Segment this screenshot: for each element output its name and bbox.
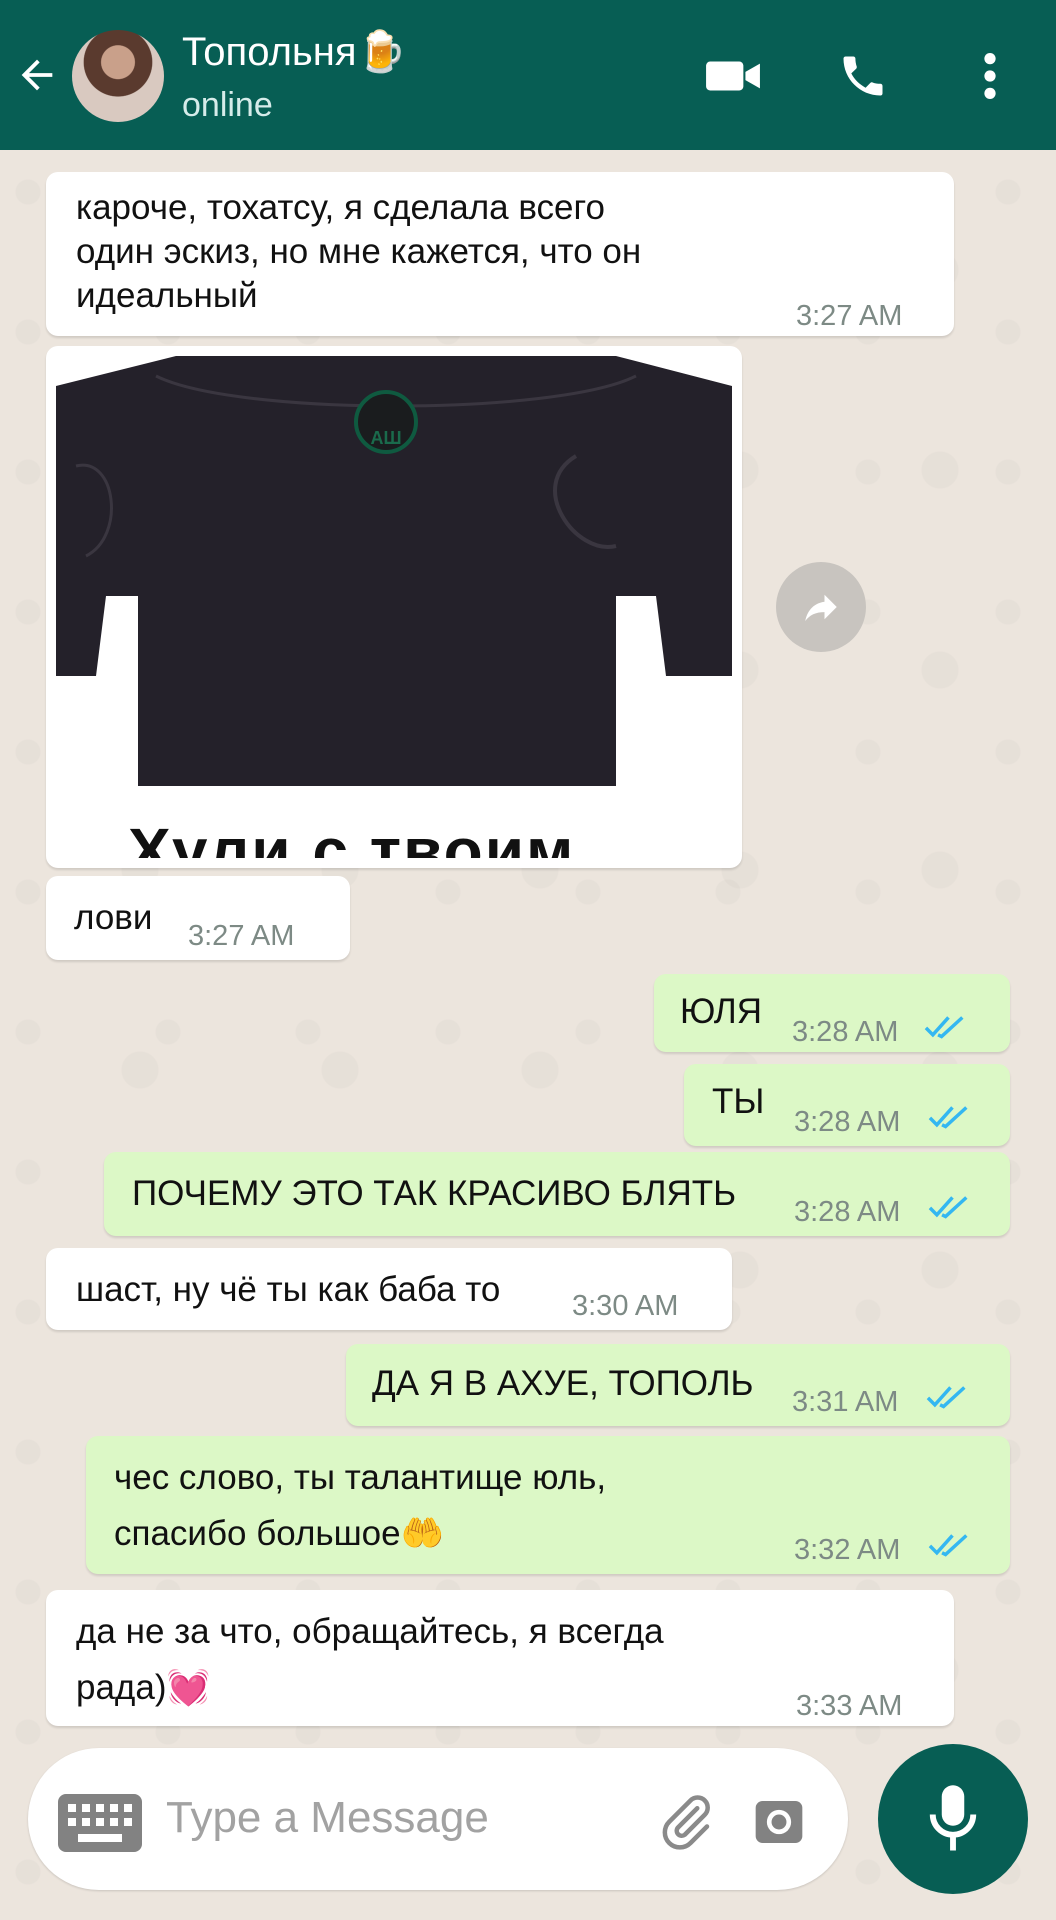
message-time: 3:31 AM [792,1386,899,1418]
message-outgoing[interactable]: ЮЛЯ 3:28 AM [654,974,1010,1052]
image-caption-text: Хули с твоим [128,815,576,858]
back-arrow-icon[interactable] [14,52,60,98]
read-receipt-icon [928,1106,968,1129]
read-receipt-icon [928,1196,968,1219]
message-text: ЮЛЯ [680,992,763,1031]
chat-header: Топольня🍺 online [0,0,1056,150]
message-incoming[interactable]: да не за что, обращайтесь, я всегда рада… [46,1590,954,1726]
more-vert-icon[interactable] [970,50,1010,102]
read-receipt-icon [926,1386,966,1409]
message-text: ДА Я В АХУЕ, ТОПОЛЬ [372,1364,754,1403]
message-outgoing[interactable]: ПОЧЕМУ ЭТО ТАК КРАСИВО БЛЯТЬ 3:28 AM [104,1152,1010,1236]
message-time: 3:27 AM [188,920,295,952]
message-input[interactable] [166,1788,526,1848]
image-preview[interactable]: АШ Хули с твоим [56,356,732,858]
microphone-icon [929,1785,977,1851]
message-time: 3:28 AM [794,1196,901,1228]
video-call-icon[interactable] [704,50,762,102]
contact-status: online [182,86,273,124]
voice-message-button[interactable] [878,1744,1028,1894]
message-incoming[interactable]: шаст, ну чё ты как баба то 3:30 AM [46,1248,732,1330]
message-text: кароче, тохатсу, я сделала всего один эс… [76,188,642,315]
voice-call-icon[interactable] [834,50,892,102]
contact-avatar[interactable] [72,30,164,122]
camera-icon[interactable] [750,1794,808,1850]
read-receipt-icon [928,1534,968,1557]
message-incoming[interactable]: лови 3:27 AM [46,876,350,960]
message-time: 3:28 AM [792,1016,899,1048]
message-text: чес слово, ты талантище юль, спасибо бол… [114,1458,607,1553]
message-incoming[interactable]: кароче, тохатсу, я сделала всего один эс… [46,172,954,336]
message-text: шаст, ну чё ты как баба то [76,1270,501,1309]
message-time: 3:32 AM [794,1534,901,1566]
message-composer [28,1748,848,1890]
message-outgoing[interactable]: чес слово, ты талантище юль, спасибо бол… [86,1436,1010,1574]
attach-icon[interactable] [656,1792,716,1852]
message-outgoing[interactable]: ДА Я В АХУЕ, ТОПОЛЬ 3:31 AM [346,1344,1010,1426]
message-time: 3:33 AM [796,1690,903,1722]
message-time: 3:28 AM [794,1106,901,1138]
read-receipt-icon [924,1016,964,1039]
forward-icon [805,594,837,621]
message-image[interactable]: АШ Хули с твоим [46,346,742,868]
message-text: ТЫ [712,1082,765,1121]
message-text: лови [74,898,153,937]
message-time: 3:30 AM [572,1290,679,1322]
message-text: да не за что, обращайтесь, я всегда рада… [76,1612,664,1707]
message-text: ПОЧЕМУ ЭТО ТАК КРАСИВО БЛЯТЬ [132,1174,737,1213]
keyboard-icon[interactable] [58,1794,142,1852]
message-time: 3:27 AM [796,300,903,332]
message-outgoing[interactable]: ТЫ 3:28 AM [684,1064,1010,1146]
contact-name[interactable]: Топольня🍺 [182,28,406,75]
patch-text: АШ [370,428,402,448]
forward-button[interactable] [776,562,866,652]
